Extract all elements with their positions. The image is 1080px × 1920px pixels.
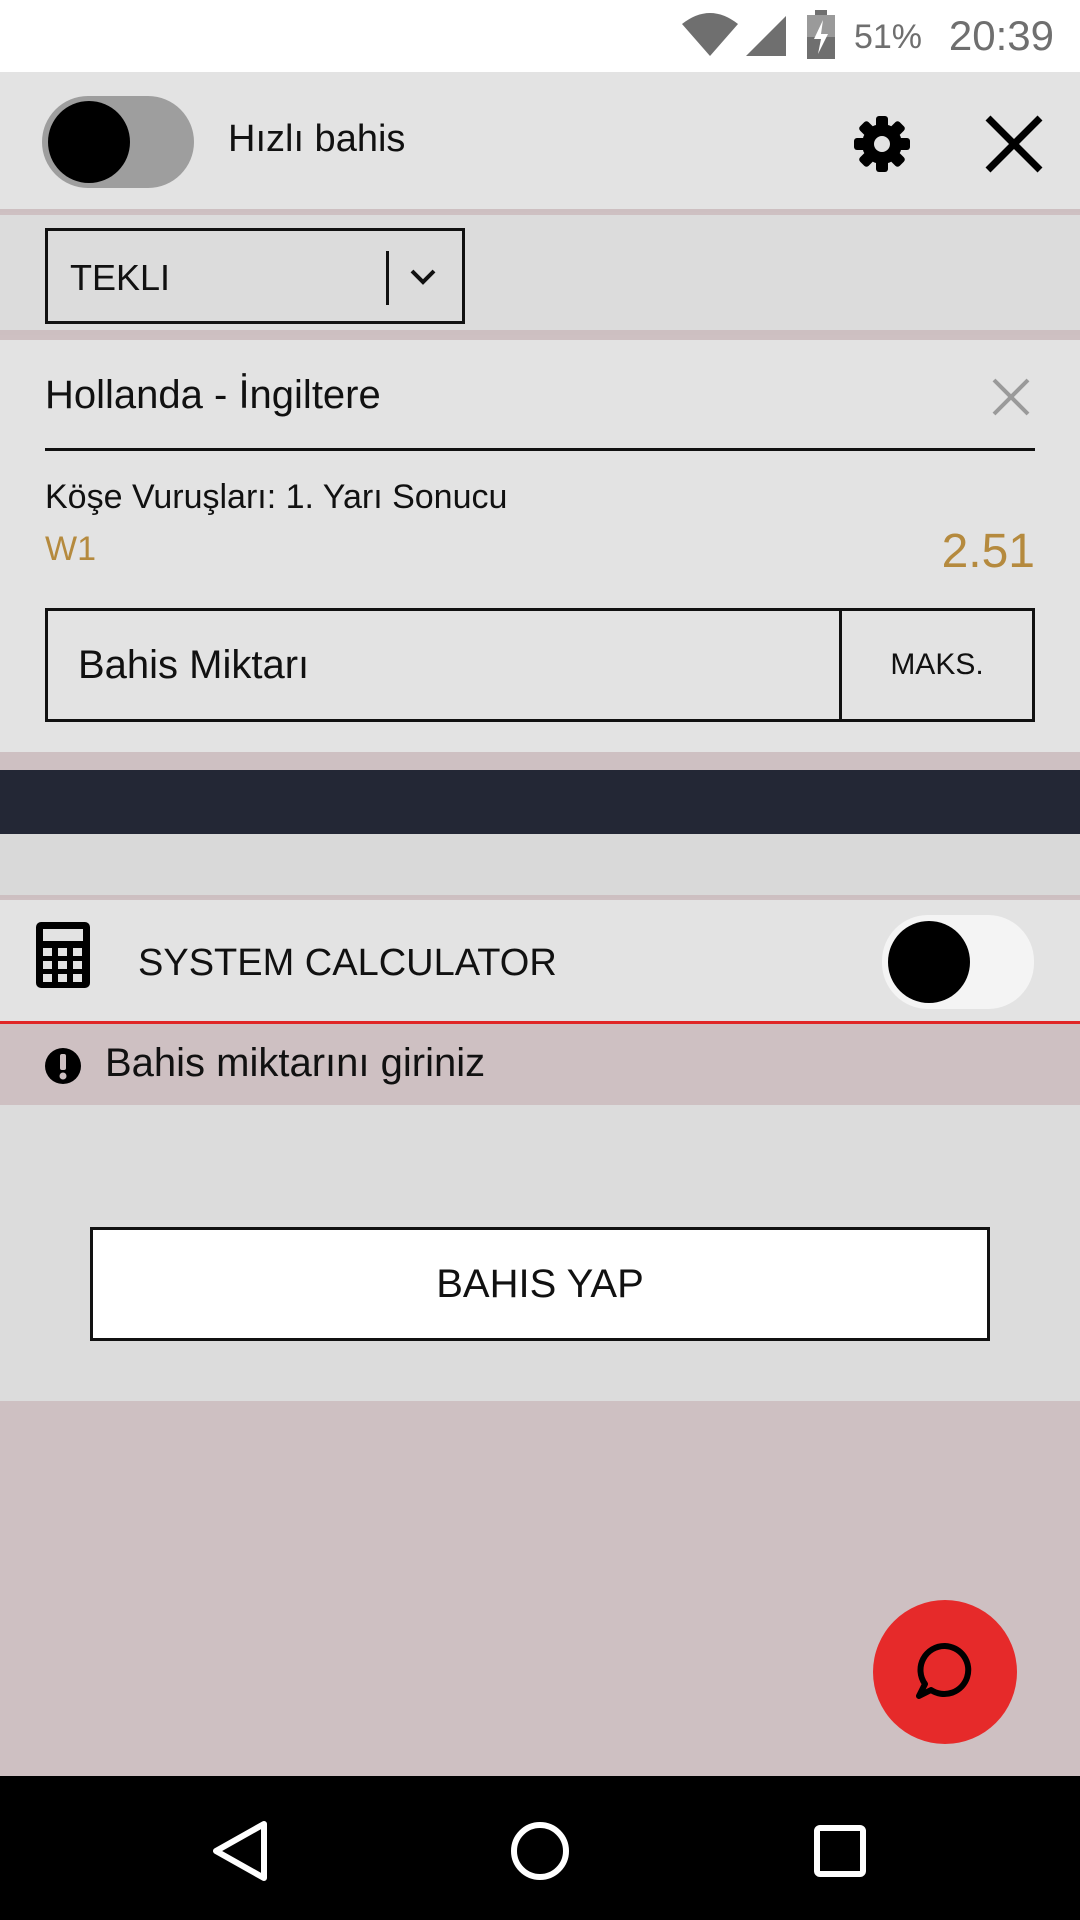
market-name: Köşe Vuruşları: 1. Yarı Sonucu	[45, 478, 508, 516]
stake-input[interactable]	[48, 611, 842, 719]
error-banner: Bahis miktarını giriniz	[0, 1027, 1080, 1105]
signal-icon	[746, 16, 786, 56]
bet-selection-card: Hollanda - İngiltere Köşe Vuruşları: 1. …	[0, 340, 1080, 752]
betslip-header: Hızlı bahis	[0, 72, 1080, 212]
gear-icon[interactable]	[852, 114, 912, 174]
system-nav-bar	[0, 1776, 1080, 1920]
odds-value: 2.51	[941, 525, 1035, 578]
bet-type-value: TEKLI	[70, 257, 171, 298]
system-calculator-row: SYSTEM CALCULATOR	[0, 900, 1080, 1024]
recents-button[interactable]	[795, 1806, 885, 1896]
chat-button[interactable]	[873, 1600, 1017, 1744]
select-divider	[386, 251, 389, 305]
quick-bet-toggle[interactable]	[42, 96, 194, 188]
stake-input-group: MAKS.	[45, 608, 1035, 722]
back-button[interactable]	[196, 1806, 286, 1896]
max-stake-button[interactable]: MAKS.	[842, 611, 1032, 719]
place-bet-area: BAHIS YAP	[0, 1105, 1080, 1401]
bet-type-row: TEKLI	[0, 215, 1080, 335]
toggle-knob	[888, 921, 970, 1003]
outcome-label: W1	[45, 530, 96, 568]
spacer	[0, 834, 1080, 898]
bet-type-select[interactable]: TEKLI	[45, 228, 465, 324]
match-title: Hollanda - İngiltere	[45, 373, 381, 417]
back-triangle-icon	[213, 1821, 267, 1881]
match-divider	[45, 448, 1035, 451]
wifi-icon	[682, 13, 738, 56]
alert-icon	[45, 1048, 81, 1084]
toggle-knob	[48, 101, 130, 183]
error-message: Bahis miktarını giriniz	[105, 1041, 486, 1085]
quick-bet-label: Hızlı bahis	[228, 118, 406, 160]
chevron-down-icon	[410, 269, 436, 285]
battery-percent: 51%	[853, 18, 922, 56]
place-bet-button[interactable]: BAHIS YAP	[90, 1227, 990, 1341]
system-calculator-toggle[interactable]	[882, 915, 1034, 1009]
chat-bubble-icon	[916, 1642, 972, 1699]
dark-band	[0, 770, 1080, 834]
separator	[0, 752, 1080, 770]
battery-charging-icon	[807, 10, 835, 59]
close-icon[interactable]	[982, 112, 1046, 176]
status-bar: 51% 20:39	[0, 0, 1080, 72]
system-calculator-label: SYSTEM CALCULATOR	[138, 942, 557, 984]
home-circle-icon	[511, 1822, 569, 1880]
clock: 20:39	[948, 12, 1054, 59]
calculator-icon	[36, 922, 90, 988]
home-button[interactable]	[495, 1806, 585, 1896]
remove-selection-icon[interactable]	[990, 376, 1032, 418]
recents-square-icon	[814, 1825, 866, 1877]
